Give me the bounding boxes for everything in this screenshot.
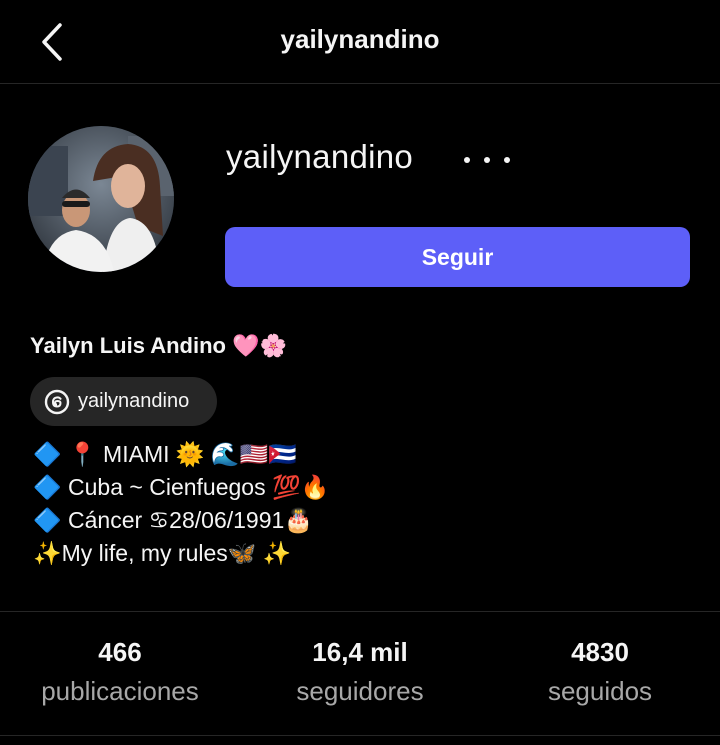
threads-link[interactable]: yailynandino — [30, 377, 217, 426]
threads-icon — [44, 389, 70, 414]
divider — [0, 735, 720, 736]
bio-line: ✨My life, my rules🦋 ✨ — [33, 540, 292, 566]
profile-photo — [28, 126, 174, 272]
avatar[interactable] — [28, 126, 174, 272]
stat-label: publicaciones — [41, 676, 199, 706]
profile-stats: 466 publicaciones 16,4 mil seguidores 48… — [0, 622, 720, 722]
page-title: yailynandino — [280, 24, 440, 54]
followers-count[interactable]: 16,4 mil seguidores — [240, 622, 480, 722]
profile-username: yailynandino — [226, 138, 414, 175]
bio-line: 🔷 Cáncer ♋28/06/1991🎂 — [33, 507, 313, 533]
more-dot-icon — [504, 157, 510, 163]
stat-label: seguidos — [547, 676, 653, 706]
stat-value: 466 — [98, 637, 142, 667]
follow-button[interactable]: Seguir — [225, 227, 690, 287]
divider — [0, 611, 720, 612]
stat-value: 16,4 mil — [312, 637, 408, 667]
posts-count[interactable]: 466 publicaciones — [0, 622, 240, 722]
threads-handle: yailynandino — [78, 390, 190, 412]
profile-full-name: Yailyn Luis Andino 🩷🌸 — [30, 333, 287, 358]
more-dot-icon — [464, 157, 470, 163]
more-dot-icon — [484, 157, 490, 163]
stat-value: 4830 — [571, 637, 629, 667]
more-options-button[interactable] — [464, 150, 510, 170]
top-bar: yailynandino — [0, 0, 720, 84]
following-count[interactable]: 4830 seguidos — [480, 622, 720, 722]
bio-line: 🔷 📍 MIAMI 🌞 🌊🇺🇸🇨🇺 — [33, 441, 297, 467]
profile-bio: 🔷 📍 MIAMI 🌞 🌊🇺🇸🇨🇺 🔷 Cuba ~ Cienfuegos 💯🔥… — [33, 438, 693, 570]
bio-line: 🔷 Cuba ~ Cienfuegos 💯🔥 — [33, 474, 330, 500]
stat-label: seguidores — [296, 676, 424, 706]
